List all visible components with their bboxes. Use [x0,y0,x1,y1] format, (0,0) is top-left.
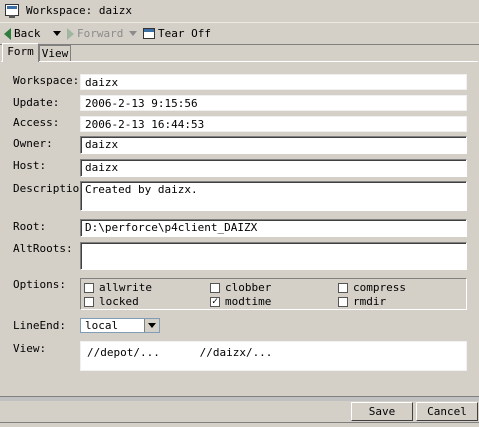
lineend-select[interactable]: local [80,318,160,333]
locked-checkbox[interactable] [84,296,94,307]
owner-field[interactable]: daizx [80,136,467,154]
option-rmdir[interactable]: rmdir [338,295,386,308]
forward-label: Forward [77,27,124,40]
tear-off-icon [143,28,155,39]
modtime-label: modtime [225,295,272,308]
clobber-label: clobber [225,281,272,294]
options-group: allwrite clobber compress locked ✓ modti… [80,278,467,310]
status-bar [0,422,479,427]
owner-label: Owner: [13,137,53,150]
back-arrow-icon [4,27,11,40]
back-dropdown[interactable] [53,25,61,42]
lineend-value: local [85,319,119,332]
rmdir-checkbox[interactable] [338,296,348,307]
workspace-icon [5,4,19,18]
view-field[interactable]: //depot/... //daizx/... [80,341,467,371]
tab-view[interactable]: View [39,45,71,61]
workspace-value: daizx [80,74,467,90]
window-title: Workspace: daizx [26,4,132,17]
chevron-down-icon [129,31,137,36]
option-allwrite[interactable]: allwrite [84,281,152,294]
update-value: 2006-2-13 9:15:56 [80,95,467,111]
workspace-label: Workspace: [13,74,80,87]
allwrite-label: allwrite [99,281,152,294]
access-value: 2006-2-13 16:44:53 [80,116,467,132]
allwrite-checkbox[interactable] [84,282,94,293]
back-button[interactable]: Back [4,25,41,42]
locked-label: locked [99,295,139,308]
host-label: Host: [13,159,47,172]
clobber-checkbox[interactable] [210,282,220,293]
title-bar: Workspace: daizx [0,0,479,23]
options-label: Options: [13,278,66,291]
chevron-down-icon[interactable] [144,319,159,332]
tear-off-label: Tear Off [158,27,211,40]
chevron-down-icon [53,31,61,36]
altroots-field[interactable] [80,242,467,270]
toolbar-divider [0,44,479,45]
tear-off-button[interactable]: Tear Off [143,25,211,42]
forward-button[interactable]: Forward [67,25,123,42]
altroots-label: AltRoots: [13,242,73,255]
option-clobber[interactable]: clobber [210,281,271,294]
root-field[interactable]: D:\perforce\p4client_DAIZX [80,219,467,237]
compress-checkbox[interactable] [338,282,348,293]
tab-form[interactable]: Form [2,43,39,62]
compress-label: compress [353,281,406,294]
forward-arrow-icon [67,27,74,40]
option-modtime[interactable]: ✓ modtime [210,295,271,308]
description-field[interactable]: Created by daizx. [80,181,467,211]
update-label: Update: [13,96,60,109]
option-compress[interactable]: compress [338,281,406,294]
horizontal-separator [0,396,479,401]
cancel-button[interactable]: Cancel [416,402,478,421]
modtime-checkbox[interactable]: ✓ [210,296,220,307]
toolbar: Back Forward Tear Off [0,23,479,44]
view-label: View: [13,342,47,355]
root-label: Root: [13,220,47,233]
lineend-label: LineEnd: [13,319,66,332]
forward-dropdown[interactable] [129,25,137,42]
save-button[interactable]: Save [351,402,413,421]
rmdir-label: rmdir [353,295,387,308]
access-label: Access: [13,116,60,129]
back-label: Back [14,27,41,40]
host-field[interactable]: daizx [80,159,467,177]
option-locked[interactable]: locked [84,295,139,308]
